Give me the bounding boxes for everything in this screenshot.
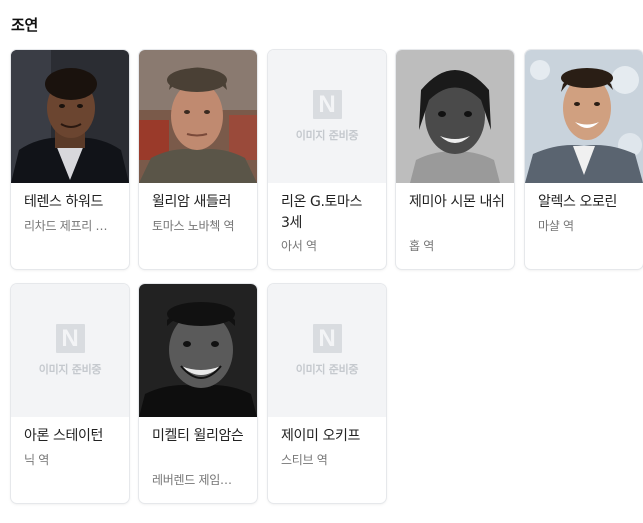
actor-photo [139, 50, 257, 183]
actor-role: 리차드 제프리 … [24, 219, 108, 233]
cast-card[interactable]: 미켈티 윌리암슨 레버렌드 제임… [139, 284, 257, 503]
actor-name: 알렉스 오로린 [538, 194, 617, 210]
cast-card[interactable]: N 이미지 준비중 제이미 오키프 스티브 역 [268, 284, 386, 503]
actor-role: 레버렌드 제임… [152, 473, 232, 487]
naver-logo-icon: N [312, 90, 342, 119]
cast-card[interactable]: 제미아 시몬 내쉬 홉 역 [396, 50, 514, 269]
actor-photo [11, 50, 129, 183]
actor-photo [139, 284, 257, 417]
cast-card[interactable]: 알렉스 오로린 마샬 역 [525, 50, 643, 269]
actor-role: 마샬 역 [538, 219, 574, 233]
actor-name: 제이미 오키프 [281, 428, 360, 444]
actor-name: 제미아 시몬 내쉬 [409, 194, 505, 210]
placeholder-text: 이미지 준비중 [295, 363, 359, 376]
actor-role: 닉 역 [24, 453, 49, 467]
actor-name: 윌리암 새들러 [152, 194, 231, 210]
actor-role: 스티브 역 [281, 453, 328, 467]
cast-card[interactable]: 테렌스 하워드 리차드 제프리 … [11, 50, 129, 269]
actor-name: 테렌스 하워드 [24, 194, 103, 210]
actor-role: 홉 역 [409, 239, 434, 253]
actor-name: 아론 스테이턴 [24, 428, 103, 444]
naver-logo-icon: N [312, 324, 342, 353]
cast-card[interactable]: N 이미지 준비중 아론 스테이턴 닉 역 [11, 284, 129, 503]
cast-card[interactable]: 윌리암 새들러 토마스 노바첵 역 [139, 50, 257, 269]
naver-logo-icon: N [55, 324, 85, 353]
section-title: 조연 [11, 16, 39, 34]
actor-photo [525, 50, 643, 183]
actor-name: 미켈티 윌리암슨 [152, 428, 244, 444]
placeholder-text: 이미지 준비중 [295, 129, 359, 142]
actor-role: 토마스 노바첵 역 [152, 219, 235, 233]
image-placeholder: N 이미지 준비중 [268, 284, 386, 417]
actor-photo [396, 50, 514, 183]
actor-name: 리온 G.토마스 3세 [281, 194, 362, 231]
placeholder-text: 이미지 준비중 [38, 363, 102, 376]
image-placeholder: N 이미지 준비중 [268, 50, 386, 183]
actor-role: 아서 역 [281, 239, 317, 253]
image-placeholder: N 이미지 준비중 [11, 284, 129, 417]
cast-card[interactable]: N 이미지 준비중 리온 G.토마스 3세 아서 역 [268, 50, 386, 269]
